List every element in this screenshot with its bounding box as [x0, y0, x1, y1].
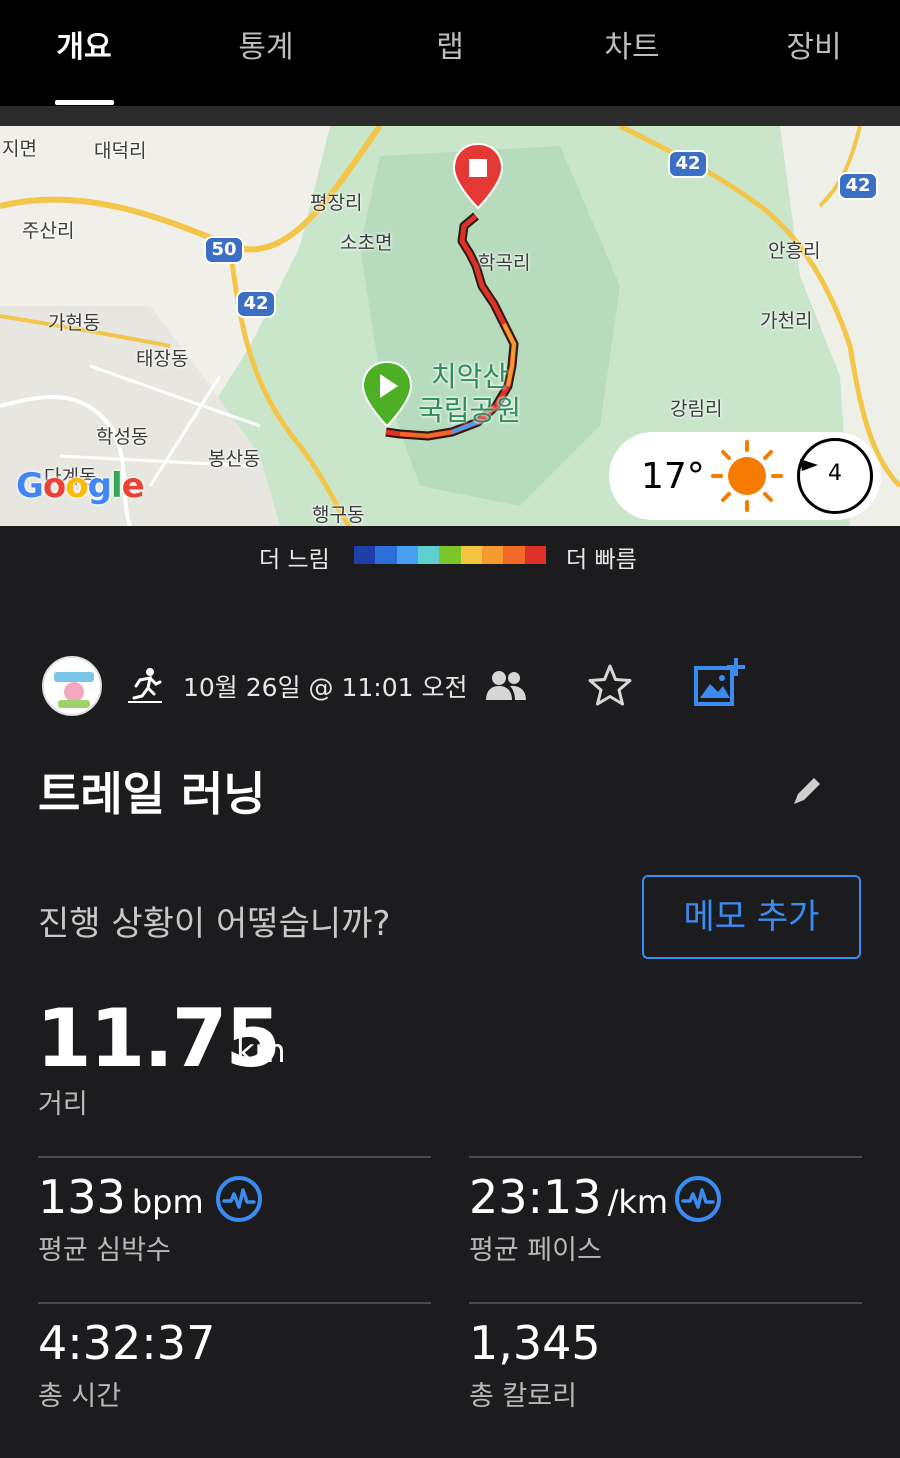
- star-icon[interactable]: [586, 662, 634, 710]
- map-label: 지면: [2, 138, 37, 160]
- progress-question: 진행 상황이 어떻습니까?: [38, 904, 391, 944]
- map-label: 봉산동: [208, 448, 261, 470]
- avg-pace-unit: /km: [607, 1183, 669, 1221]
- park-label: 치악산 국립공원: [418, 360, 522, 427]
- avg-pace-value: 23:13: [469, 1170, 602, 1224]
- tab-charts[interactable]: 차트: [562, 22, 702, 66]
- add-memo-button[interactable]: 메모 추가: [642, 875, 861, 959]
- divider: [469, 1302, 862, 1304]
- divider: [469, 1156, 862, 1158]
- legend-swatch: [524, 546, 546, 564]
- route-badge-42: 42: [236, 290, 276, 318]
- tab-overview[interactable]: 개요: [14, 22, 154, 66]
- legend-swatch: [396, 546, 418, 564]
- weather-card[interactable]: 17° 4: [609, 432, 881, 520]
- pace-legend-bar: [354, 546, 546, 564]
- activity-date: 10월 26일 @ 11:01 오전: [183, 673, 468, 702]
- avg-heart-rate: 133 bpm: [38, 1170, 204, 1224]
- map-label: 가천리: [760, 310, 813, 332]
- trail-run-icon: [128, 668, 162, 703]
- avg-heart-rate-value: 133: [38, 1170, 126, 1224]
- end-pin-icon: [452, 142, 504, 210]
- divider: [38, 1156, 431, 1158]
- legend-faster-label: 더 빠름: [566, 547, 637, 573]
- avatar[interactable]: [42, 656, 102, 716]
- tab-gear[interactable]: 장비: [744, 22, 884, 66]
- distance-label: 거리: [38, 1089, 88, 1120]
- activity-title: 트레일 러닝: [38, 767, 266, 821]
- legend-swatch: [503, 546, 525, 564]
- map-label: 학성동: [96, 426, 149, 448]
- avg-pace-label: 평균 페이스: [469, 1235, 602, 1266]
- tab-bar: 개요 통계 랩 차트 장비: [0, 0, 900, 106]
- avg-pace: 23:13/km: [469, 1170, 668, 1224]
- distance-unit: km: [236, 1032, 286, 1070]
- map-label: 대덕리: [94, 140, 147, 162]
- map-label: 행구동: [312, 504, 365, 526]
- legend-swatch: [460, 546, 482, 564]
- total-calories-label: 총 칼로리: [469, 1381, 577, 1412]
- map-label: 주산리: [22, 220, 75, 242]
- legend-swatch: [375, 546, 397, 564]
- google-logo: Google: [16, 466, 145, 506]
- avatar-image: [44, 658, 100, 714]
- map-label: 소초면: [340, 232, 393, 254]
- total-time-label: 총 시간: [38, 1381, 122, 1412]
- heart-rate-chart-icon[interactable]: [214, 1174, 264, 1224]
- total-time-value: 4:32:37: [38, 1316, 216, 1370]
- map-label: 태장동: [136, 348, 189, 370]
- pace-chart-icon[interactable]: [673, 1174, 723, 1224]
- avg-heart-rate-label: 평균 심박수: [38, 1235, 171, 1266]
- map-label: 학곡리: [478, 252, 531, 274]
- divider: [38, 1302, 431, 1304]
- map-label: 안흥리: [768, 240, 821, 262]
- legend-swatch: [481, 546, 504, 564]
- tab-separator: [0, 106, 900, 126]
- sun-icon: [711, 440, 783, 512]
- map-label: 가현동: [48, 312, 101, 334]
- avg-heart-rate-unit: bpm: [131, 1183, 204, 1221]
- active-tab-indicator: [55, 100, 114, 105]
- add-photo-icon[interactable]: [692, 656, 746, 710]
- wind-speed: 4: [828, 461, 842, 486]
- legend-swatch: [417, 546, 440, 564]
- temperature: 17°: [641, 456, 705, 497]
- map-label: 평장리: [310, 192, 363, 214]
- legend-slower-label: 더 느림: [259, 547, 330, 573]
- legend-swatch: [354, 546, 376, 564]
- total-calories-value: 1,345: [469, 1316, 601, 1370]
- route-badge-50: 50: [204, 236, 244, 264]
- people-icon[interactable]: [484, 668, 528, 702]
- start-pin-icon: [361, 360, 413, 428]
- route-badge-42: 42: [838, 172, 878, 200]
- route-badge-42: 42: [668, 150, 708, 178]
- tab-laps[interactable]: 랩: [380, 22, 520, 66]
- edit-pencil-icon[interactable]: [790, 772, 826, 808]
- map-label: 강림리: [670, 398, 723, 420]
- wind-dial: 4: [797, 438, 873, 514]
- legend-swatch: [439, 546, 461, 564]
- route-map[interactable]: 지면 대덕리 주산리 가현동 태장동 학성동 봉산동 행구동 평장리 소초면 학…: [0, 126, 900, 526]
- tab-stats[interactable]: 통계: [196, 22, 336, 66]
